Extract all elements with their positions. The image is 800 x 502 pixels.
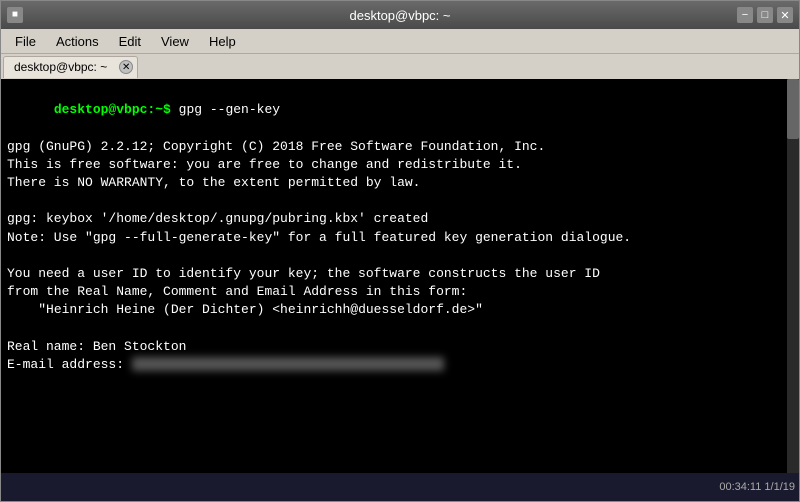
terminal-line-7: Note: Use "gpg --full-generate-key" for … (7, 229, 793, 247)
terminal-line-11: "Heinrich Heine (Der Dichter) <heinrichh… (7, 301, 793, 319)
tab-close-button[interactable]: ✕ (119, 60, 133, 74)
minimize-button[interactable]: − (737, 7, 753, 23)
close-button[interactable]: ✕ (777, 7, 793, 23)
menu-edit[interactable]: Edit (109, 32, 151, 51)
tab-label: desktop@vbpc: ~ (14, 60, 107, 74)
taskbar-clock: 00:34:11 1/1/19 (719, 481, 795, 493)
terminal-line-9: You need a user ID to identify your key;… (7, 265, 793, 283)
terminal-line-2: gpg (GnuPG) 2.2.12; Copyright (C) 2018 F… (7, 138, 793, 156)
window-title: desktop@vbpc: ~ (349, 8, 450, 23)
menu-view[interactable]: View (151, 32, 199, 51)
command-1: gpg --gen-key (171, 102, 280, 117)
scrollbar-thumb[interactable] (787, 79, 799, 139)
scrollbar[interactable] (787, 79, 799, 473)
terminal-window: ■ desktop@vbpc: ~ − □ ✕ File Actions Edi… (0, 0, 800, 502)
menu-file[interactable]: File (5, 32, 46, 51)
terminal-line-12 (7, 319, 793, 337)
email-blurred (132, 357, 444, 371)
prompt-1: desktop@vbpc:~$ (54, 102, 171, 117)
menu-help[interactable]: Help (199, 32, 246, 51)
menu-actions[interactable]: Actions (46, 32, 109, 51)
menu-bar: File Actions Edit View Help (1, 29, 799, 53)
title-bar-controls: − □ ✕ (737, 7, 793, 23)
taskbar: 00:34:11 1/1/19 (1, 473, 799, 501)
terminal-line-14: E-mail address: (7, 356, 793, 374)
terminal-line-1: desktop@vbpc:~$ gpg --gen-key (7, 83, 793, 138)
terminal-line-8 (7, 247, 793, 265)
window-icon: ■ (7, 7, 23, 23)
terminal-line-4: There is NO WARRANTY, to the extent perm… (7, 174, 793, 192)
terminal-area[interactable]: desktop@vbpc:~$ gpg --gen-key gpg (GnuPG… (1, 79, 799, 473)
terminal-line-6: gpg: keybox '/home/desktop/.gnupg/pubrin… (7, 210, 793, 228)
tab-bar: desktop@vbpc: ~ ✕ (1, 53, 799, 79)
terminal-line-10: from the Real Name, Comment and Email Ad… (7, 283, 793, 301)
title-bar-left: ■ (7, 7, 23, 23)
terminal-line-13: Real name: Ben Stockton (7, 338, 793, 356)
title-bar: ■ desktop@vbpc: ~ − □ ✕ (1, 1, 799, 29)
maximize-button[interactable]: □ (757, 7, 773, 23)
terminal-tab[interactable]: desktop@vbpc: ~ ✕ (3, 56, 138, 78)
terminal-line-5 (7, 192, 793, 210)
terminal-line-3: This is free software: you are free to c… (7, 156, 793, 174)
